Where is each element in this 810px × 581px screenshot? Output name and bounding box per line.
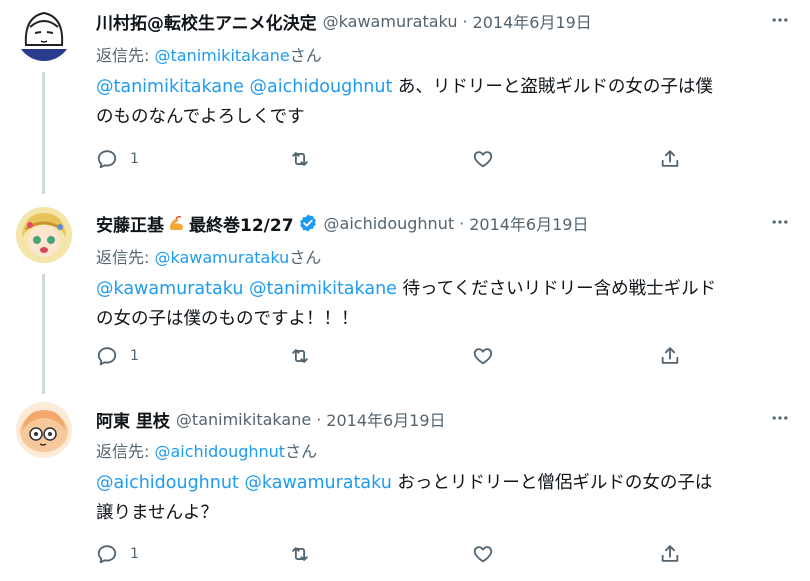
tweet-header: 安藤正基 最終巻12/27 @aichidoughnut · 2014年6月19… — [96, 211, 588, 236]
reply-count: 1 — [130, 546, 139, 562]
tweet[interactable]: 阿東 里枝 @tanimikitakane · 2014年6月19日 返信先: … — [0, 400, 810, 581]
author-name[interactable]: 阿東 里枝 — [96, 407, 170, 432]
reply-icon — [97, 545, 117, 564]
avatar[interactable] — [16, 207, 72, 263]
tweet-body-line: おっとリドリーと僧侶ギルドの女の子は — [397, 473, 713, 493]
like-button[interactable] — [472, 345, 494, 367]
author-name[interactable]: 安藤正基 — [96, 211, 164, 236]
retweet-button[interactable] — [289, 345, 311, 367]
tweet-body-line: 譲りませんよ？ — [96, 503, 218, 523]
reply-to-link[interactable]: @kawamurataku — [154, 248, 289, 267]
retweet-icon — [292, 152, 308, 166]
reply-count: 1 — [130, 151, 139, 167]
reply-icon — [97, 150, 117, 169]
mention-link[interactable]: @aichidoughnut — [250, 77, 393, 97]
tweet-text: @tanimikitakane @aichidoughnut あ、リドリーと盗賊… — [96, 72, 786, 132]
reply-icon — [97, 347, 117, 366]
share-button[interactable] — [659, 345, 681, 367]
mention-link[interactable]: @kawamurataku — [96, 279, 243, 299]
retweet-button[interactable] — [289, 148, 311, 170]
author-name-suffix[interactable]: 最終巻12/27 — [189, 211, 294, 236]
share-icon — [661, 347, 679, 364]
more-icon[interactable] — [768, 8, 792, 32]
more-icon[interactable] — [768, 210, 792, 234]
reply-button[interactable]: 1 — [96, 148, 139, 170]
action-bar: 1 — [96, 345, 786, 369]
tweet-date[interactable]: 2014年6月19日 — [473, 9, 592, 33]
reply-suffix: さん — [289, 46, 322, 65]
more-icon[interactable] — [768, 406, 792, 430]
mention-link[interactable]: @kawamurataku — [244, 473, 391, 493]
reply-suffix: さん — [285, 442, 318, 461]
avatar[interactable] — [16, 402, 72, 458]
mention-link[interactable]: @aichidoughnut — [96, 473, 239, 493]
heart-icon — [473, 546, 493, 563]
tweet-text: @kawamurataku @tanimikitakane 待ってくださいリドリ… — [96, 274, 786, 334]
like-button[interactable] — [472, 148, 494, 170]
reply-button[interactable]: 1 — [96, 543, 139, 565]
author-name[interactable]: 川村拓@転校生アニメ化決定 — [96, 9, 317, 34]
mention-link[interactable]: @tanimikitakane — [249, 279, 397, 299]
share-button[interactable] — [659, 148, 681, 170]
share-icon — [661, 150, 679, 167]
reply-context: 返信先: @tanimikitakaneさん — [96, 42, 322, 66]
flexed-arm-emoji-icon — [167, 213, 187, 233]
separator: · — [459, 213, 465, 233]
action-bar: 1 — [96, 148, 786, 172]
tweet-header: 阿東 里枝 @tanimikitakane · 2014年6月19日 — [96, 407, 446, 432]
retweet-button[interactable] — [289, 543, 311, 565]
heart-icon — [473, 348, 493, 365]
reply-context: 返信先: @kawamuratakuさん — [96, 244, 321, 268]
like-button[interactable] — [472, 543, 494, 565]
retweet-icon — [292, 349, 308, 363]
tweet-text: @aichidoughnut @kawamurataku おっとリドリーと僧侶ギ… — [96, 468, 786, 528]
tweet[interactable]: 安藤正基 最終巻12/27 @aichidoughnut · 2014年6月19… — [0, 202, 810, 398]
retweet-icon — [292, 547, 308, 561]
share-button[interactable] — [659, 543, 681, 565]
reply-count: 1 — [130, 348, 139, 364]
reply-button[interactable]: 1 — [96, 345, 139, 367]
reply-to-link[interactable]: @aichidoughnut — [154, 442, 285, 461]
tweet-date[interactable]: 2014年6月19日 — [326, 407, 445, 431]
author-handle[interactable]: @tanimikitakane — [176, 410, 311, 429]
reply-suffix: さん — [289, 248, 322, 267]
separator: · — [462, 11, 468, 31]
reply-prefix: 返信先: — [96, 248, 155, 267]
reply-prefix: 返信先: — [96, 46, 155, 65]
tweet-header: 川村拓@転校生アニメ化決定 @kawamurataku · 2014年6月19日 — [96, 9, 592, 34]
mention-link[interactable]: @tanimikitakane — [96, 77, 244, 97]
author-handle[interactable]: @kawamurataku — [323, 12, 458, 31]
tweet-body-line: 待ってくださいリドリー含め戦士ギルド — [402, 279, 717, 299]
author-handle[interactable]: @aichidoughnut — [324, 214, 455, 233]
avatar[interactable] — [16, 5, 72, 61]
tweet[interactable]: 川村拓@転校生アニメ化決定 @kawamurataku · 2014年6月19日… — [0, 0, 810, 200]
action-bar: 1 — [96, 543, 786, 567]
verified-badge-icon[interactable] — [298, 213, 318, 233]
separator: · — [316, 409, 322, 429]
reply-context: 返信先: @aichidoughnutさん — [96, 438, 317, 462]
tweet-body-line: のものなんでよろしくです — [96, 107, 305, 127]
reply-prefix: 返信先: — [96, 442, 155, 461]
reply-to-link[interactable]: @tanimikitakane — [154, 46, 289, 65]
heart-icon — [473, 151, 493, 168]
tweet-body-line: あ、リドリーと盗賊ギルドの女の子は僕 — [397, 77, 713, 97]
tweet-body-line: の女の子は僕のものですよ！！！ — [96, 309, 359, 329]
share-icon — [661, 545, 679, 562]
tweet-date[interactable]: 2014年6月19日 — [469, 211, 588, 235]
